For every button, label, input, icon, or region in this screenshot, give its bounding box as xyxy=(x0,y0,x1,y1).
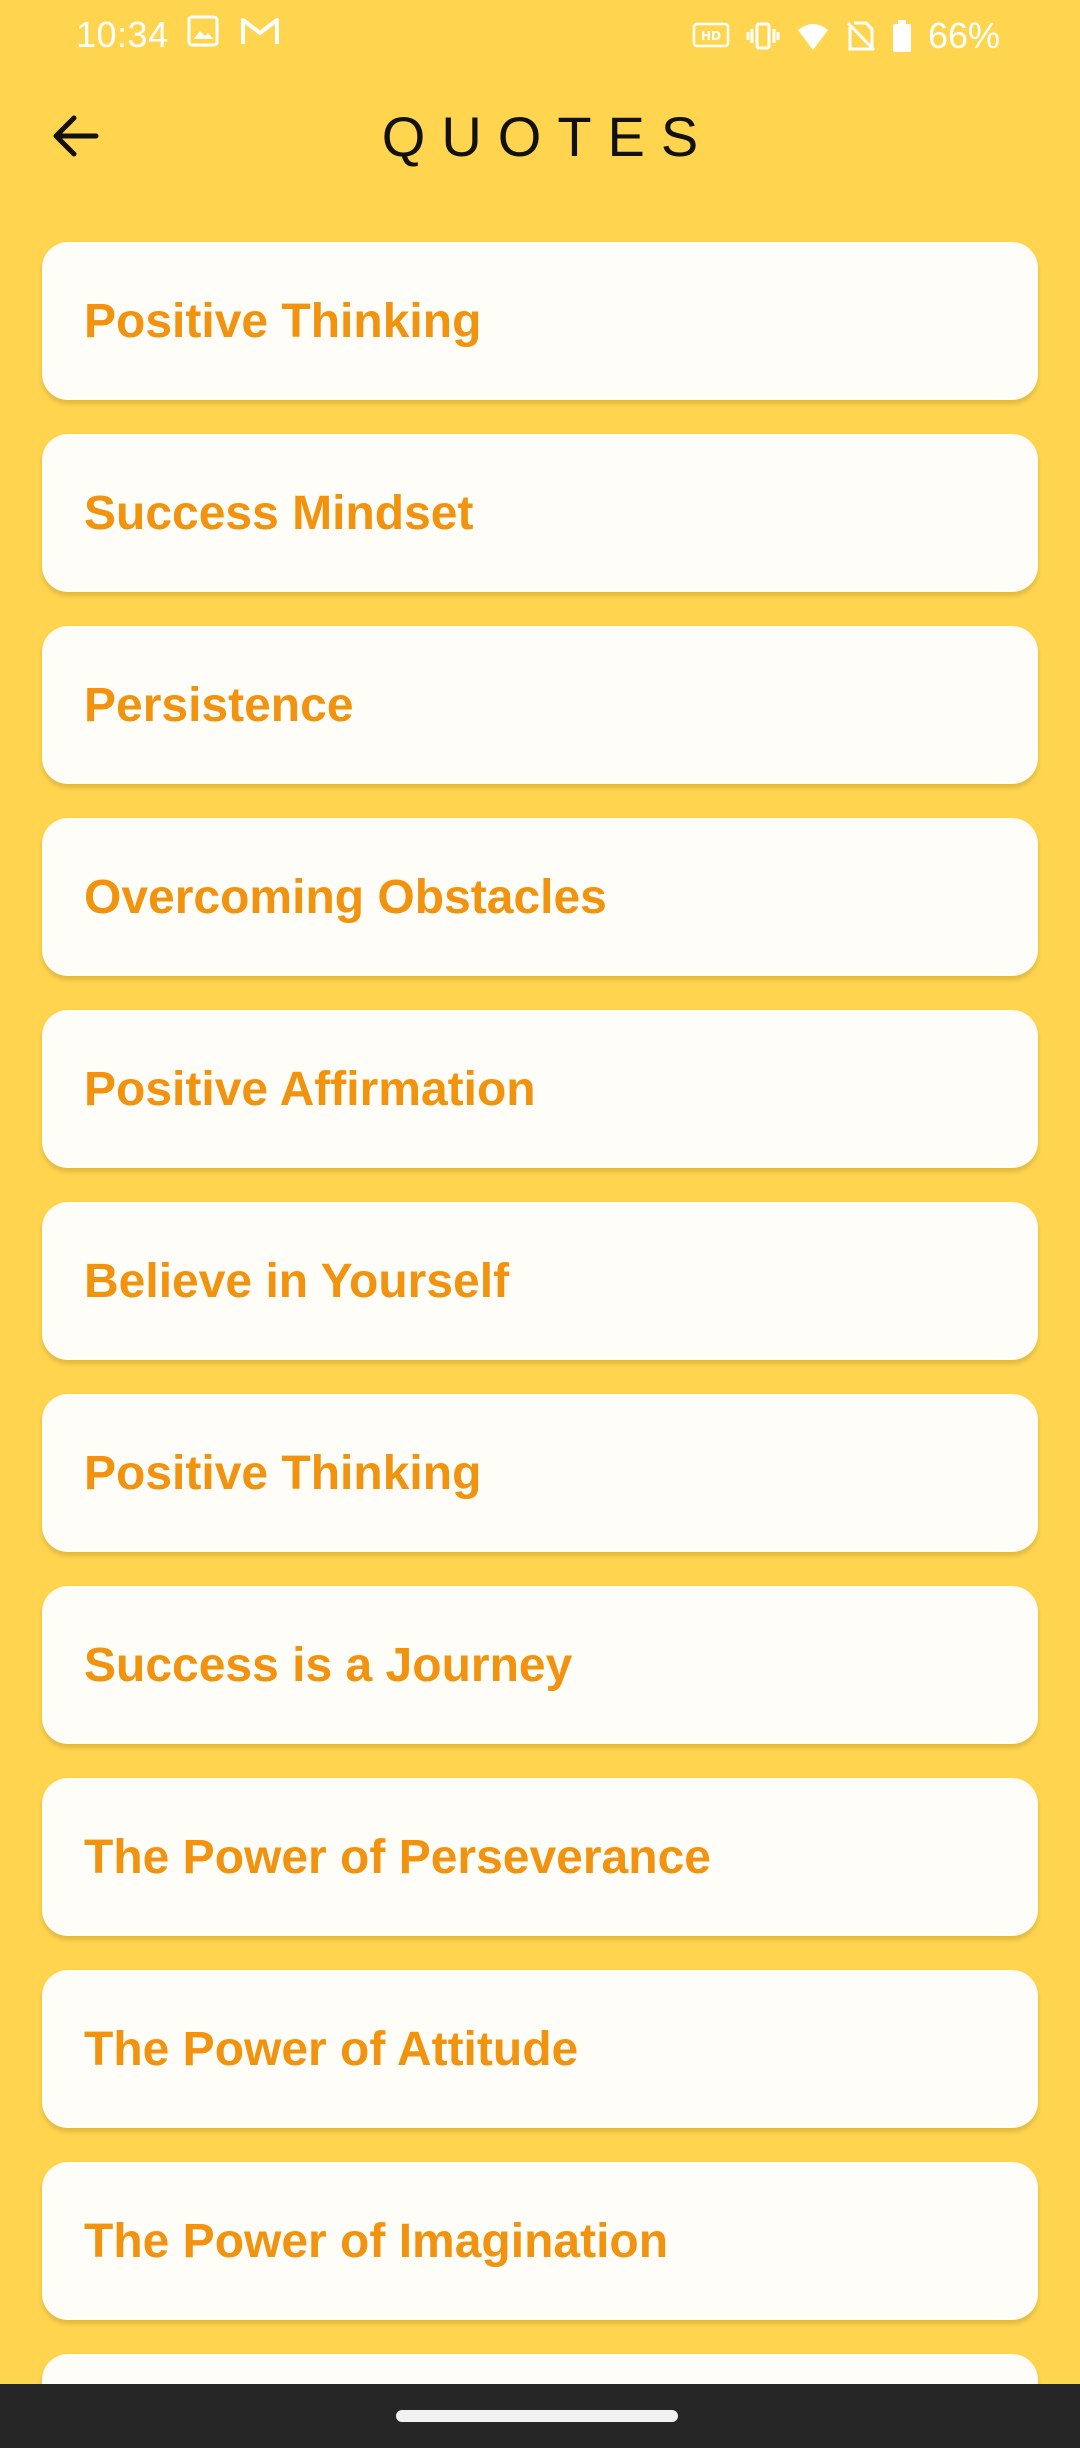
battery-percent: 66% xyxy=(927,15,1000,56)
quote-card-label: Persistence xyxy=(84,678,354,732)
quote-card-believe-in-yourself[interactable]: Believe in Yourself xyxy=(42,1202,1038,1360)
quote-card-persistence[interactable]: Persistence xyxy=(42,626,1038,784)
hd-voice-icon: HD xyxy=(692,20,730,52)
quote-card-positive-affirmation[interactable]: Positive Affirmation xyxy=(42,1010,1038,1168)
quote-card-power-of-perseverance[interactable]: The Power of Perseverance xyxy=(42,1778,1038,1936)
system-nav-bar xyxy=(0,2384,1080,2448)
quote-card-overcoming-obstacles[interactable]: Overcoming Obstacles xyxy=(42,818,1038,976)
status-left-icons xyxy=(186,14,280,48)
quote-card-positive-thinking-2[interactable]: Positive Thinking xyxy=(42,1394,1038,1552)
home-gesture-handle[interactable] xyxy=(396,2410,678,2422)
quote-card-power-of-attitude[interactable]: The Power of Attitude xyxy=(42,1970,1038,2128)
quote-card-label: The Power of Perseverance xyxy=(84,1830,711,1884)
quote-card-label: Believe in Yourself xyxy=(84,1254,510,1308)
quote-card-label: The Power of Attitude xyxy=(84,2022,579,2076)
no-sim-icon xyxy=(846,20,876,52)
quote-card-label: Success Mindset xyxy=(84,486,474,540)
gmail-icon xyxy=(240,15,280,47)
quote-card-label: Positive Thinking xyxy=(84,294,482,348)
quote-card-label: Positive Thinking xyxy=(84,1446,482,1500)
status-time: 10:34 xyxy=(76,14,169,55)
quote-card-power-of-imagination[interactable]: The Power of Imagination xyxy=(42,2162,1038,2320)
quote-card-label: Overcoming Obstacles xyxy=(84,870,607,924)
vibrate-icon xyxy=(746,20,780,52)
page-title: QUOTES xyxy=(381,105,715,168)
quote-card-label: Positive Affirmation xyxy=(84,1062,536,1116)
quote-card-success-mindset[interactable]: Success Mindset xyxy=(42,434,1038,592)
image-icon xyxy=(186,14,220,48)
quote-card-label: The Power of Imagination xyxy=(84,2214,669,2268)
quote-card-label: Success is a Journey xyxy=(84,1638,573,1692)
wifi-icon xyxy=(796,20,830,52)
status-bar: 10:34 HD 66% xyxy=(0,0,1080,70)
app-bar: QUOTES xyxy=(0,70,1080,200)
svg-text:HD: HD xyxy=(701,29,721,43)
quote-card-positive-thinking[interactable]: Positive Thinking xyxy=(42,242,1038,400)
quote-card-success-is-a-journey[interactable]: Success is a Journey xyxy=(42,1586,1038,1744)
quote-list: Positive Thinking Success Mindset Persis… xyxy=(42,242,1038,2448)
battery-icon xyxy=(892,19,912,53)
status-right-icons: HD 66% xyxy=(692,14,1000,58)
